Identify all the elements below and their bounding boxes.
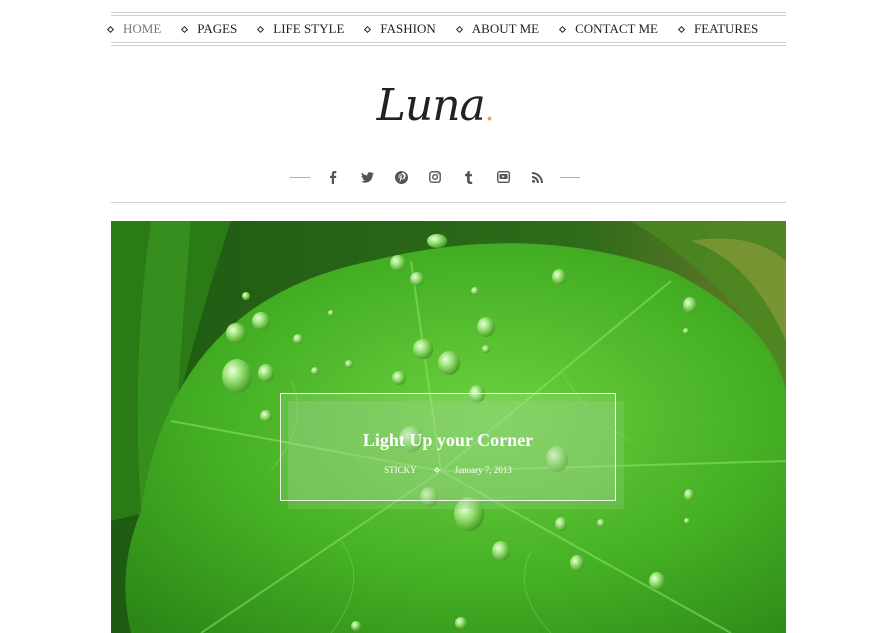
featured-post-title[interactable]: Light Up your Corner bbox=[281, 430, 615, 451]
twitter-icon[interactable] bbox=[360, 170, 374, 184]
diamond-bullet-icon bbox=[677, 25, 686, 33]
nav-item-about-me[interactable]: ABOUT ME bbox=[455, 21, 540, 37]
main-nav: HOME PAGES LIFE STYLE FASHION ABOUT ME C… bbox=[106, 12, 786, 46]
nav-item-features[interactable]: FEATURES bbox=[677, 21, 759, 37]
header-divider bbox=[111, 202, 786, 203]
nav-item-label: FASHION bbox=[380, 21, 436, 36]
site-logo[interactable]: Luna. bbox=[0, 80, 870, 131]
logo-text: Luna bbox=[376, 80, 486, 131]
diamond-bullet-icon bbox=[455, 25, 463, 33]
diamond-bullet-icon bbox=[181, 25, 189, 33]
social-accent-line bbox=[560, 176, 580, 178]
featured-post-meta: STICKY January 7, 2013 bbox=[281, 465, 615, 475]
post-date: January 7, 2013 bbox=[454, 465, 512, 475]
nav-item-contact-me[interactable]: CONTACT ME bbox=[559, 21, 658, 37]
nav-item-label: HOME bbox=[123, 21, 162, 36]
pinterest-icon[interactable] bbox=[394, 170, 408, 184]
nav-item-fashion[interactable]: FASHION bbox=[364, 21, 436, 37]
logo-dot: . bbox=[484, 93, 494, 128]
diamond-bullet-icon bbox=[106, 25, 115, 33]
youtube-icon[interactable] bbox=[496, 170, 510, 184]
nav-list: HOME PAGES LIFE STYLE FASHION ABOUT ME C… bbox=[106, 21, 779, 37]
nav-item-life-style[interactable]: LIFE STYLE bbox=[257, 21, 345, 37]
rss-icon[interactable] bbox=[530, 170, 544, 184]
facebook-icon[interactable] bbox=[326, 170, 340, 184]
diamond-bullet-icon bbox=[559, 25, 567, 33]
nav-rule bbox=[111, 15, 786, 16]
nav-item-pages[interactable]: PAGES bbox=[181, 21, 238, 37]
diamond-bullet-icon bbox=[364, 25, 372, 33]
instagram-icon[interactable] bbox=[428, 170, 442, 184]
nav-item-home[interactable]: HOME bbox=[106, 21, 162, 37]
post-category[interactable]: STICKY bbox=[384, 465, 417, 475]
tumblr-icon[interactable] bbox=[462, 170, 476, 184]
nav-item-label: LIFE STYLE bbox=[273, 21, 345, 36]
diamond-bullet-icon bbox=[257, 25, 265, 33]
nav-item-label: FEATURES bbox=[693, 21, 759, 36]
page: HOME PAGES LIFE STYLE FASHION ABOUT ME C… bbox=[0, 0, 870, 633]
nav-item-label: ABOUT ME bbox=[471, 21, 540, 36]
social-accent-line bbox=[290, 176, 310, 178]
featured-post-caption[interactable]: Light Up your Corner STICKY January 7, 2… bbox=[280, 393, 616, 501]
nav-rule bbox=[111, 45, 786, 46]
nav-rule bbox=[111, 12, 786, 13]
nav-item-label: PAGES bbox=[197, 21, 238, 36]
nav-rule bbox=[111, 42, 786, 43]
social-links bbox=[0, 170, 870, 184]
nav-item-label: CONTACT ME bbox=[575, 21, 658, 36]
diamond-separator-icon bbox=[433, 467, 440, 473]
